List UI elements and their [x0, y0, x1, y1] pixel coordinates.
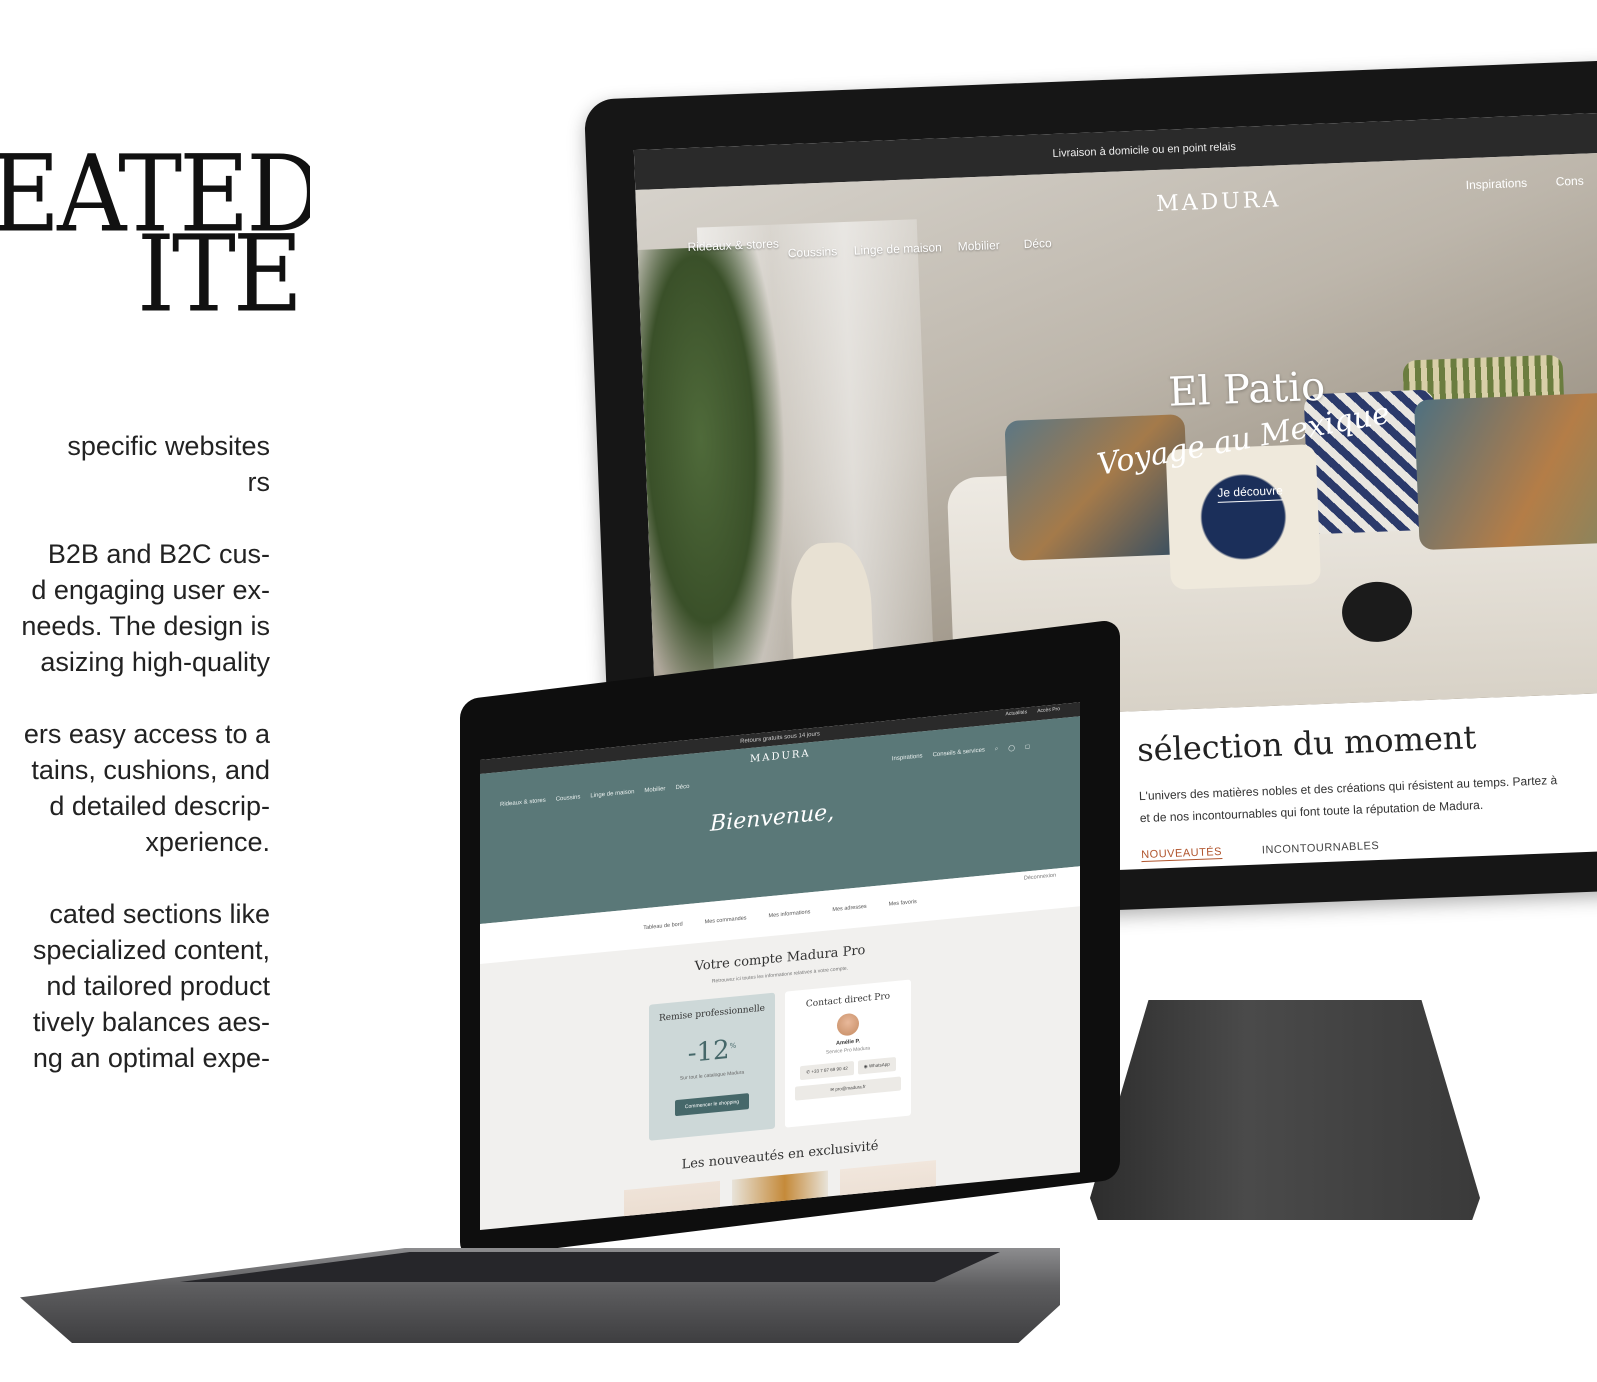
account-icon[interactable]: ◯: [1008, 744, 1015, 752]
paragraph-3: cated sections like specialized content,…: [0, 896, 270, 1076]
laptop-nav-item[interactable]: Mobilier: [644, 786, 665, 794]
subhead: specific websites rs: [0, 428, 270, 500]
laptop-nav: Rideaux & stores Coussins Linge de maiso…: [500, 784, 689, 808]
cart-icon[interactable]: ◻: [1025, 743, 1030, 750]
laptop-nav-right: Inspirations Conseils & services ⌕ ◯ ◻: [892, 743, 1030, 763]
paragraph-line: d detailed descrip-: [49, 791, 270, 821]
paragraph-line: B2B and B2C cus-: [47, 539, 270, 569]
discount-number: -12: [687, 1034, 730, 1069]
section-title: sélection du moment: [1136, 718, 1477, 770]
monitor-stand: [1090, 1000, 1480, 1220]
laptop-nav-item[interactable]: Conseils & services: [933, 747, 985, 759]
search-icon[interactable]: ⌕: [995, 746, 998, 753]
paragraph-line: cated sections like: [49, 899, 270, 929]
paragraph-line: needs. The design is: [21, 611, 270, 641]
nav-item-linge[interactable]: Linge de maison: [854, 240, 943, 257]
paragraph-line: ng an optimal expe-: [32, 1043, 270, 1073]
tab-nouveautes[interactable]: NOUVEAUTÉS: [1141, 845, 1223, 863]
laptop-keyboard: [180, 1252, 1000, 1282]
tab-dashboard[interactable]: Tableau de bord: [643, 921, 682, 931]
whatsapp-button[interactable]: ◉ WhatsApp: [857, 1056, 896, 1075]
paragraph-line: xperience.: [145, 827, 270, 857]
madura-logo[interactable]: MADURA: [1156, 187, 1282, 217]
phone-button[interactable]: ✆ +33 7 87 69 90 42: [800, 1061, 854, 1081]
laptop-nav-item[interactable]: Rideaux & stores: [500, 798, 546, 808]
email-button[interactable]: ✉ pro@madura.fr: [795, 1076, 901, 1101]
laptop-nav-item[interactable]: Inspirations: [892, 753, 923, 763]
hero-title: EATED ITE: [0, 150, 310, 320]
nav-item-conseils[interactable]: Cons: [1555, 174, 1584, 189]
nav-item-inspirations[interactable]: Inspirations: [1465, 176, 1527, 192]
discount-value: -12%: [659, 1032, 765, 1072]
paragraph-line: nd tailored product: [46, 971, 270, 1001]
nav-item-deco[interactable]: Déco: [1023, 236, 1052, 251]
whatsapp-label: WhatsApp: [868, 1061, 890, 1069]
laptop-nav-item[interactable]: Déco: [675, 784, 689, 791]
laptop-madura-logo[interactable]: MADURA: [750, 748, 811, 765]
paragraph-line: asizing high-quality: [40, 647, 270, 677]
laptop-website: Retours gratuits sous 14 jours MADURA Ri…: [480, 702, 1080, 1230]
email-address: pro@madura.fr: [835, 1083, 866, 1092]
tab-addresses[interactable]: Mes adresses: [832, 904, 866, 913]
section-text: L'univers des matières nobles et des cré…: [1139, 764, 1597, 829]
paragraph-2: ers easy access to a tains, cushions, an…: [0, 716, 270, 860]
subhead-line: specific websites: [67, 431, 270, 461]
paragraph-1: B2B and B2C cus- d engaging user ex- nee…: [0, 536, 270, 680]
paragraph-line: tains, cushions, and: [31, 755, 270, 785]
tab-orders[interactable]: Mes commandes: [705, 915, 747, 925]
discount-card: Remise professionnelle -12% Sur tout le …: [649, 992, 775, 1141]
nav-item-mobilier[interactable]: Mobilier: [957, 238, 1000, 254]
hero-heading: El Patio: [1167, 363, 1326, 416]
tab-favorites[interactable]: Mes favoris: [889, 899, 917, 908]
logout-link[interactable]: Déconnexion: [1024, 873, 1056, 882]
hero-cta-link[interactable]: Je découvre: [1217, 483, 1284, 503]
body-copy: specific websites rs B2B and B2C cus- d …: [0, 428, 270, 1076]
nav-item-rideaux[interactable]: Rideaux & stores: [687, 237, 779, 254]
plant-image: [637, 244, 796, 730]
paragraph-line: tively balances aes-: [32, 1007, 270, 1037]
paragraph-line: specialized content,: [32, 935, 270, 965]
subhead-line: rs: [247, 467, 271, 497]
paragraph-line: ers easy access to a: [23, 719, 270, 749]
contact-card: Contact direct Pro Amélie P. Service Pro…: [785, 979, 911, 1128]
welcome-heading: Bienvenue,: [710, 799, 835, 837]
contact-card-title: Contact direct Pro: [805, 991, 891, 1010]
phone-number: +33 7 87 69 90 42: [811, 1065, 848, 1075]
nav-item-coussins[interactable]: Coussins: [788, 244, 838, 260]
laptop-nav-item[interactable]: Coussins: [556, 794, 581, 802]
avatar: [837, 1012, 859, 1037]
tab-information[interactable]: Mes informations: [769, 909, 811, 919]
tab-incontournables[interactable]: INCONTOURNABLES: [1262, 840, 1380, 857]
cushion-image: [1413, 390, 1597, 551]
laptop-nav-item[interactable]: Linge de maison: [590, 789, 634, 799]
hero-title-line-2: ITE: [136, 212, 303, 320]
paragraph-line: d engaging user ex-: [31, 575, 270, 605]
start-shopping-button[interactable]: Commencer le shopping: [674, 1093, 750, 1117]
discount-card-title: Remise professionnelle: [659, 1003, 765, 1024]
discount-unit: %: [729, 1041, 737, 1051]
